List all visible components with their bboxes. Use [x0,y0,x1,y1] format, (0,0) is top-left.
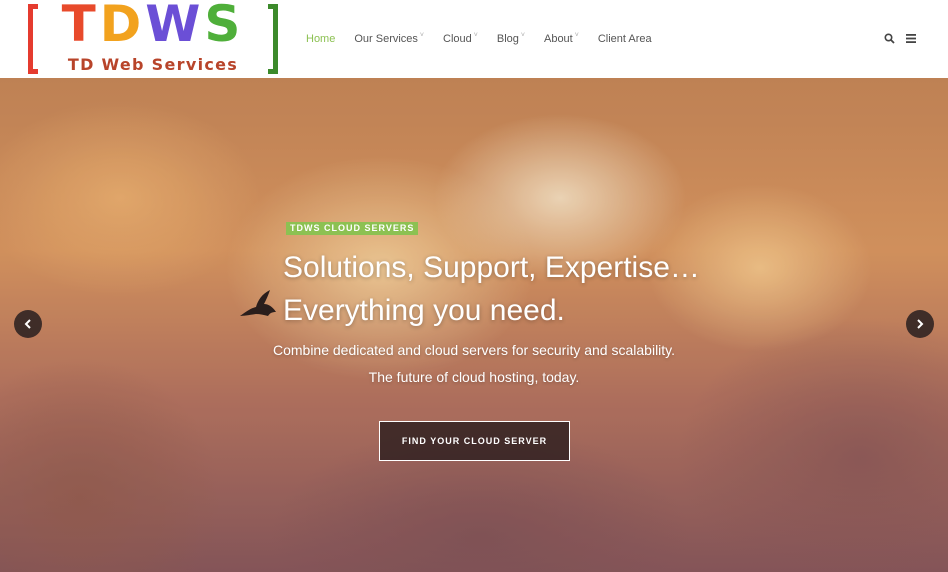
logo-letter: T [61,0,100,53]
logo-letter: D [99,0,146,53]
hero-slider: TDWS CLOUD SERVERS Solutions, Support, E… [0,78,948,572]
find-cloud-server-button[interactable]: FIND YOUR CLOUD SERVER [379,421,570,461]
slider-next-button[interactable] [906,310,934,338]
nav-item-blog[interactable]: Blog ˅ [497,30,525,48]
logo-letter: W [145,0,205,53]
logo-letter: S [204,0,245,53]
menu-icon[interactable] [905,30,916,46]
bird-image [238,288,280,324]
logo-wordmark: TDWS [44,0,262,50]
nav-item-label: Our Services [354,33,418,45]
search-icon[interactable] [884,30,895,46]
chevron-down-icon: ˅ [520,32,525,39]
chevron-down-icon: ˅ [574,32,579,39]
nav-item-label: Home [306,33,336,45]
hero-headline: Solutions, Support, Expertise… Everythin… [283,246,783,332]
nav-item-about[interactable]: About ˅ [544,30,579,48]
site-header: TDWS TD Web Services Home Our Services ˅… [0,0,948,78]
headline-line: Everything you need. [283,294,565,327]
headline-line: Solutions, Support, Expertise… [283,251,700,284]
main-nav: Home Our Services ˅ Cloud ˅ Blog ˅ About… [306,30,671,48]
chevron-down-icon: ˅ [419,32,425,39]
logo-tagline: TD Web Services [67,55,239,74]
nav-item-client-area[interactable]: Client Area [598,30,652,48]
slider-prev-button[interactable] [14,310,42,338]
nav-item-cloud[interactable]: Cloud ˅ [443,30,478,48]
hero-subtext: The future of cloud hosting, today. [368,369,580,385]
nav-item-label: Blog [496,33,519,45]
hero-subtext: Combine dedicated and cloud servers for … [272,342,676,358]
nav-item-label: Cloud [443,33,472,45]
chevron-right-icon [917,319,924,329]
logo-bracket-left [28,4,38,74]
logo-bracket-right [268,4,278,74]
nav-item-home[interactable]: Home [306,30,335,48]
chevron-left-icon [24,319,31,329]
nav-item-label: Client Area [597,33,652,45]
header-icons [884,30,916,46]
site-logo[interactable]: TDWS TD Web Services [28,0,278,74]
nav-item-label: About [543,33,573,45]
hero-tag: TDWS CLOUD SERVERS [286,222,419,235]
nav-item-our-services[interactable]: Our Services ˅ [354,30,424,48]
chevron-down-icon: ˅ [473,32,478,39]
